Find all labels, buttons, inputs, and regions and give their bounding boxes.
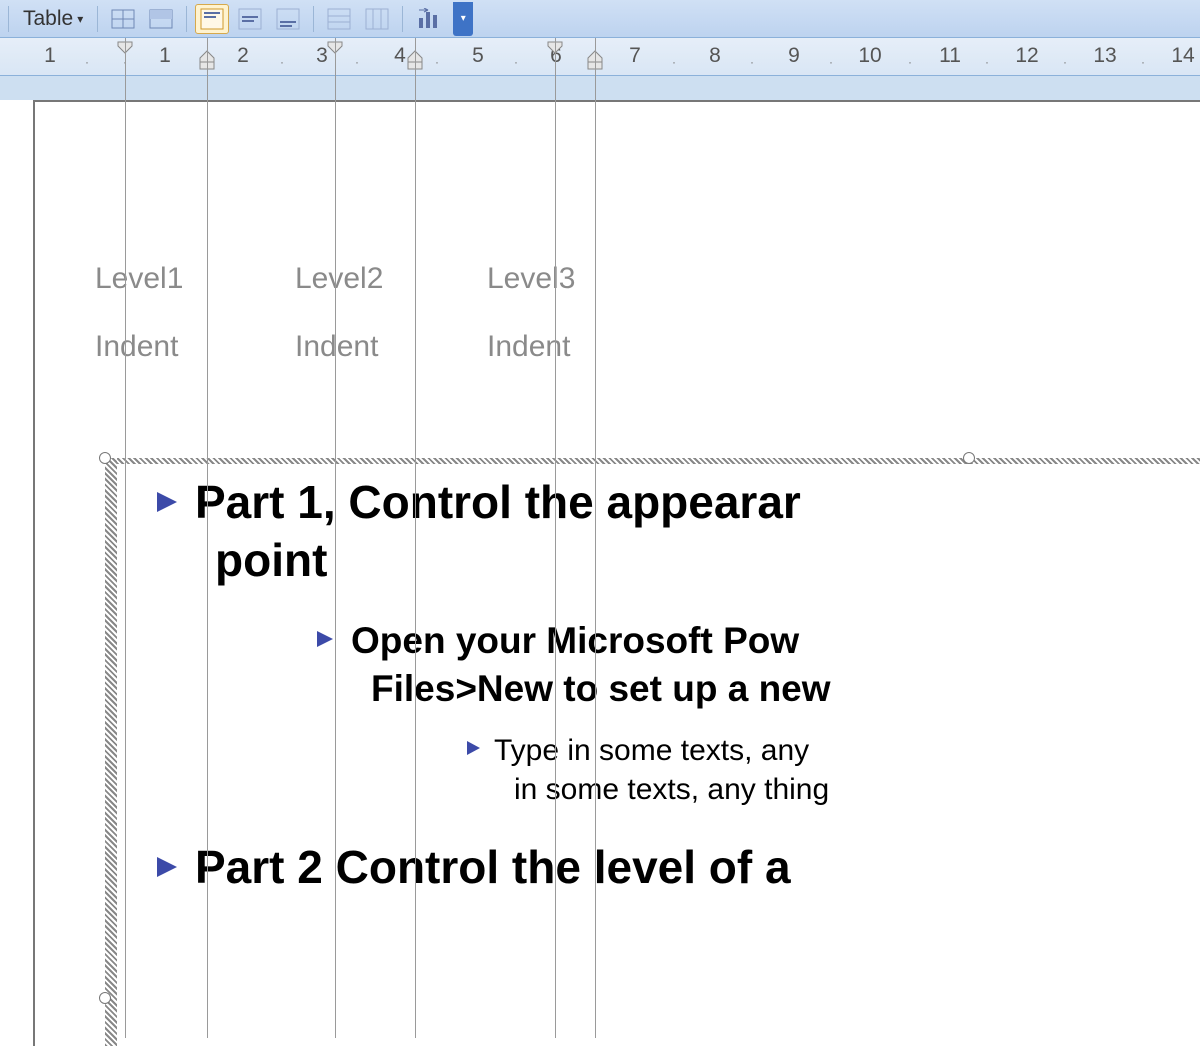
list-item: Part 2 Control the level of a bbox=[157, 839, 1200, 897]
ruler-dot: · bbox=[672, 55, 676, 69]
ruler-dot: · bbox=[829, 55, 833, 69]
ruler-dot: · bbox=[1063, 55, 1067, 69]
bullet-icon bbox=[467, 741, 480, 755]
list-item: Type in some texts, any bbox=[467, 731, 1200, 770]
textbox-border-top bbox=[105, 458, 1200, 464]
bullet-text[interactable]: Part 2 Control the level of a bbox=[195, 839, 791, 897]
draw-table-icon[interactable] bbox=[106, 4, 140, 34]
align-top-icon[interactable] bbox=[195, 4, 229, 34]
ruler-number: 4 bbox=[394, 44, 406, 68]
resize-handle[interactable] bbox=[99, 452, 111, 464]
ruler-number: 9 bbox=[788, 44, 800, 68]
annotation-level2: Level2 bbox=[295, 262, 383, 296]
bullet-text[interactable]: Open your Microsoft Pow bbox=[351, 617, 799, 665]
bullet-text-cont[interactable]: Files>New to set up a new bbox=[371, 665, 1200, 713]
slide-page: Level1 Indent Level2 Indent Level3 Inden… bbox=[33, 100, 1200, 1046]
ruler-dot: · bbox=[985, 55, 989, 69]
annotation-level2-sub: Indent bbox=[295, 330, 378, 364]
text-placeholder[interactable]: Part 1, Control the appearar point Open … bbox=[117, 474, 1200, 897]
ruler-number: 14 bbox=[1171, 44, 1194, 68]
table-dropdown[interactable]: Table ▾ bbox=[17, 5, 89, 33]
ruler-number: 13 bbox=[1093, 44, 1116, 68]
toolbar-separator bbox=[8, 6, 9, 32]
textbox-border-left bbox=[105, 458, 117, 1046]
list-item: Part 1, Control the appearar bbox=[157, 474, 1200, 532]
ruler-number: 7 bbox=[629, 44, 641, 68]
ruler-dot: · bbox=[514, 55, 518, 69]
toolbar-separator bbox=[186, 6, 187, 32]
ruler-number: 11 bbox=[939, 44, 961, 68]
ruler-dot: · bbox=[750, 55, 754, 69]
toolbar: Table ▾ ▾ bbox=[0, 0, 1200, 38]
annotation-level3: Level3 bbox=[487, 262, 575, 296]
hanging-indent-marker[interactable] bbox=[198, 50, 216, 75]
resize-handle[interactable] bbox=[99, 992, 111, 1004]
toolbar-overflow-icon[interactable]: ▾ bbox=[453, 2, 473, 36]
first-line-indent-marker[interactable] bbox=[546, 40, 564, 59]
ruler-dot: · bbox=[908, 55, 912, 69]
hanging-indent-marker[interactable] bbox=[586, 50, 604, 75]
ruler-dot: · bbox=[280, 55, 284, 69]
bullet-text[interactable]: Part 1, Control the appearar bbox=[195, 474, 801, 532]
annotation-level1: Level1 bbox=[95, 262, 183, 296]
ruler-number: 10 bbox=[858, 44, 881, 68]
chart-icon[interactable] bbox=[411, 4, 445, 34]
annotation-level3-sub: Indent bbox=[487, 330, 570, 364]
annotation-level1-sub: Indent bbox=[95, 330, 178, 364]
margin-gap bbox=[0, 76, 1200, 100]
align-middle-icon[interactable] bbox=[233, 4, 267, 34]
first-line-indent-marker[interactable] bbox=[116, 40, 134, 59]
bullet-text-cont[interactable]: point bbox=[215, 532, 1200, 590]
ruler-number: 2 bbox=[237, 44, 249, 68]
ruler-number: 1 bbox=[159, 44, 171, 68]
ruler-dot: · bbox=[85, 55, 89, 69]
align-bottom-icon[interactable] bbox=[271, 4, 305, 34]
ruler-number: 12 bbox=[1015, 44, 1038, 68]
ruler-dot: · bbox=[1141, 55, 1145, 69]
ruler-number: 5 bbox=[472, 44, 484, 68]
distribute-rows-icon[interactable] bbox=[322, 4, 356, 34]
toolbar-separator bbox=[313, 6, 314, 32]
toolbar-separator bbox=[97, 6, 98, 32]
table-label: Table bbox=[23, 7, 73, 31]
bullet-icon bbox=[317, 631, 333, 647]
resize-handle[interactable] bbox=[963, 452, 975, 464]
ruler-dot: · bbox=[435, 55, 439, 69]
distribute-cols-icon[interactable] bbox=[360, 4, 394, 34]
list-item: Open your Microsoft Pow bbox=[317, 617, 1200, 665]
ruler[interactable]: 1 1 2 3 4 5 6 7 8 9 10 11 12 13 14 · · ·… bbox=[0, 38, 1200, 76]
ruler-number: 8 bbox=[709, 44, 721, 68]
bullet-text-cont[interactable]: in some texts, any thing bbox=[514, 770, 1200, 809]
bullet-icon bbox=[157, 492, 177, 512]
merge-cells-icon[interactable] bbox=[144, 4, 178, 34]
first-line-indent-marker[interactable] bbox=[326, 40, 344, 59]
bullet-text[interactable]: Type in some texts, any bbox=[494, 731, 809, 770]
ruler-dot: · bbox=[355, 55, 359, 69]
toolbar-separator bbox=[402, 6, 403, 32]
bullet-icon bbox=[157, 857, 177, 877]
hanging-indent-marker[interactable] bbox=[406, 50, 424, 75]
ruler-number: 1 bbox=[44, 44, 56, 68]
chevron-down-icon: ▾ bbox=[77, 12, 83, 26]
